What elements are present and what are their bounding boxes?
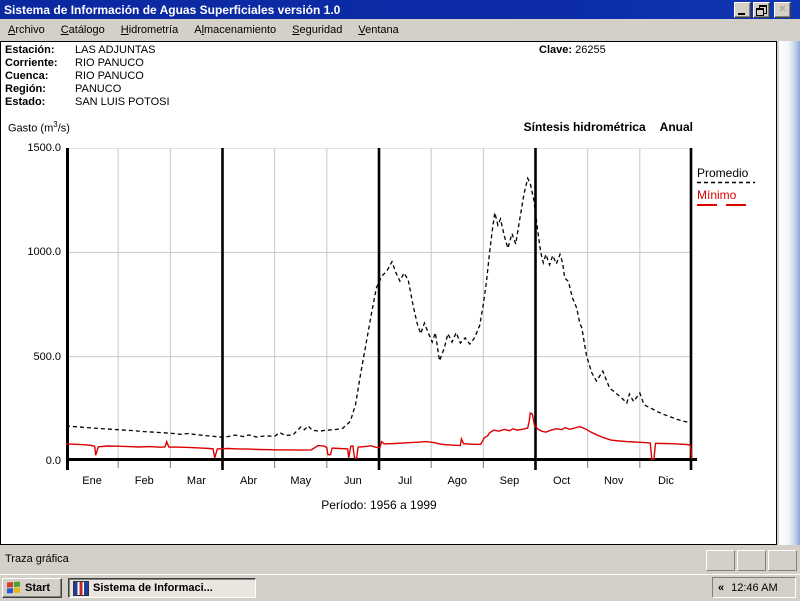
station-info-value: RIO PANUCO	[75, 57, 144, 69]
legend-label-minimo: Mínimo	[697, 188, 737, 202]
station-key-label: Clave:	[539, 44, 573, 56]
close-button[interactable]: ×	[774, 2, 791, 18]
x-tick-label: Jul	[398, 475, 413, 487]
station-info-label: Estación:	[5, 44, 55, 56]
y-tick-label: 1000.0	[27, 246, 61, 259]
taskbar: Start Sistema de Informaci... « 12:46 AM	[0, 574, 800, 601]
window-title: Sistema de Información de Aguas Superfic…	[4, 2, 341, 17]
station-info-row: Región: PANUCO	[5, 83, 170, 96]
status-text: Traza gráfica	[5, 553, 69, 565]
x-tick-label: Nov	[603, 475, 624, 487]
menu-item-hidrometria[interactable]: Hidrometría	[113, 22, 186, 38]
station-info-label: Corriente:	[5, 57, 58, 69]
taskbar-app-button[interactable]: Sistema de Informaci...	[68, 578, 256, 598]
station-info-label: Cuenca:	[5, 70, 49, 82]
chart-mode: Anual	[659, 120, 693, 134]
station-info-label: Estado:	[5, 96, 46, 108]
tray-collapse-button[interactable]: «	[713, 579, 727, 597]
y-tick-label: 500.0	[33, 350, 61, 363]
station-info-row: Corriente: RIO PANUCO	[5, 57, 170, 70]
y-axis-title: Gasto (m3/s)	[8, 120, 70, 135]
x-tick-label: Abr	[240, 475, 258, 487]
menu-item-archivo[interactable]: Archivo	[0, 22, 53, 38]
minimize-button[interactable]	[734, 2, 751, 18]
close-icon: ×	[779, 3, 786, 15]
taskbar-app-label: Sistema de Informaci...	[93, 582, 213, 594]
x-tick-label: Dic	[657, 475, 674, 487]
start-button[interactable]: Start	[2, 578, 62, 598]
title-bar: Sistema de Información de Aguas Superfic…	[0, 0, 800, 19]
status-panel	[737, 550, 766, 571]
menu-item-ventana[interactable]: Ventana	[350, 22, 406, 38]
x-tick-label: Ago	[447, 475, 468, 487]
x-tick-label: Ene	[82, 475, 102, 487]
x-tick-label: Mar	[186, 475, 206, 487]
station-info-row: Estación: LAS ADJUNTAS	[5, 44, 170, 57]
chart-plot-area	[66, 148, 697, 470]
station-info-value: SAN LUIS POTOSI	[75, 96, 170, 108]
workspace-edge-strip	[779, 41, 800, 545]
y-tick-label: 0.0	[45, 455, 61, 467]
x-tick-label: May	[290, 475, 312, 487]
app-icon	[73, 580, 89, 596]
status-panel	[706, 550, 735, 571]
station-info-value: PANUCO	[75, 83, 122, 95]
system-tray: « 12:46 AM	[712, 577, 796, 598]
menu-item-almacenamiento[interactable]: Almacenamiento	[186, 22, 284, 38]
period-caption: Período: 1956 a 1999	[321, 498, 437, 512]
minimize-icon	[738, 13, 745, 15]
status-panel	[768, 550, 797, 571]
x-tick-label: Oct	[553, 475, 571, 487]
station-info-value: RIO PANUCO	[75, 70, 144, 82]
station-info-row: Cuenca: RIO PANUCO	[5, 70, 170, 83]
legend-label-promedio: Promedio	[697, 166, 749, 180]
chart-legend: Promedio Mínimo	[697, 166, 755, 211]
station-info-row: Estado: SAN LUIS POTOSI	[5, 96, 170, 109]
menu-item-seguridad[interactable]: Seguridad	[284, 22, 350, 38]
x-tick-label: Feb	[134, 475, 154, 487]
windows-logo-icon	[7, 581, 21, 595]
x-tick-label: Sep	[499, 475, 520, 487]
station-info: Estación: LAS ADJUNTAS Corriente: RIO PANUC…	[5, 44, 170, 109]
chart-subtitle-text: Síntesis hidrométrica	[523, 120, 646, 134]
station-key-value: 26255	[575, 44, 606, 56]
tray-clock: 12:46 AM	[731, 581, 778, 594]
main-content: Estación: LAS ADJUNTAS Corriente: RIO PANUC…	[0, 41, 777, 545]
menu-item-catalogo[interactable]: Catálogo	[53, 22, 113, 38]
station-info-value: LAS ADJUNTAS	[75, 44, 156, 56]
x-tick-label: Jun	[344, 475, 362, 487]
chart-subtitle: Síntesis hidrométrica Anual	[524, 120, 693, 134]
legend-line-promedio-icon	[697, 181, 755, 184]
screen: { "window": { "title": "Sistema de Infor…	[0, 0, 800, 601]
restore-button[interactable]	[753, 2, 770, 18]
status-bar: Traza gráfica	[0, 546, 800, 574]
legend-item-promedio: Promedio	[697, 166, 755, 184]
legend-line-minimo-icon	[697, 204, 755, 206]
menu-bar: Archivo Catálogo Hidrometría Almacenamiento…	[0, 19, 800, 41]
y-tick-label: 1500.0	[27, 142, 61, 154]
start-button-label: Start	[25, 582, 51, 594]
station-info-label: Región:	[5, 83, 46, 95]
window-controls: ×	[734, 2, 791, 18]
station-key: Clave: 26255	[539, 44, 606, 57]
legend-item-minimo: Mínimo	[697, 188, 755, 207]
